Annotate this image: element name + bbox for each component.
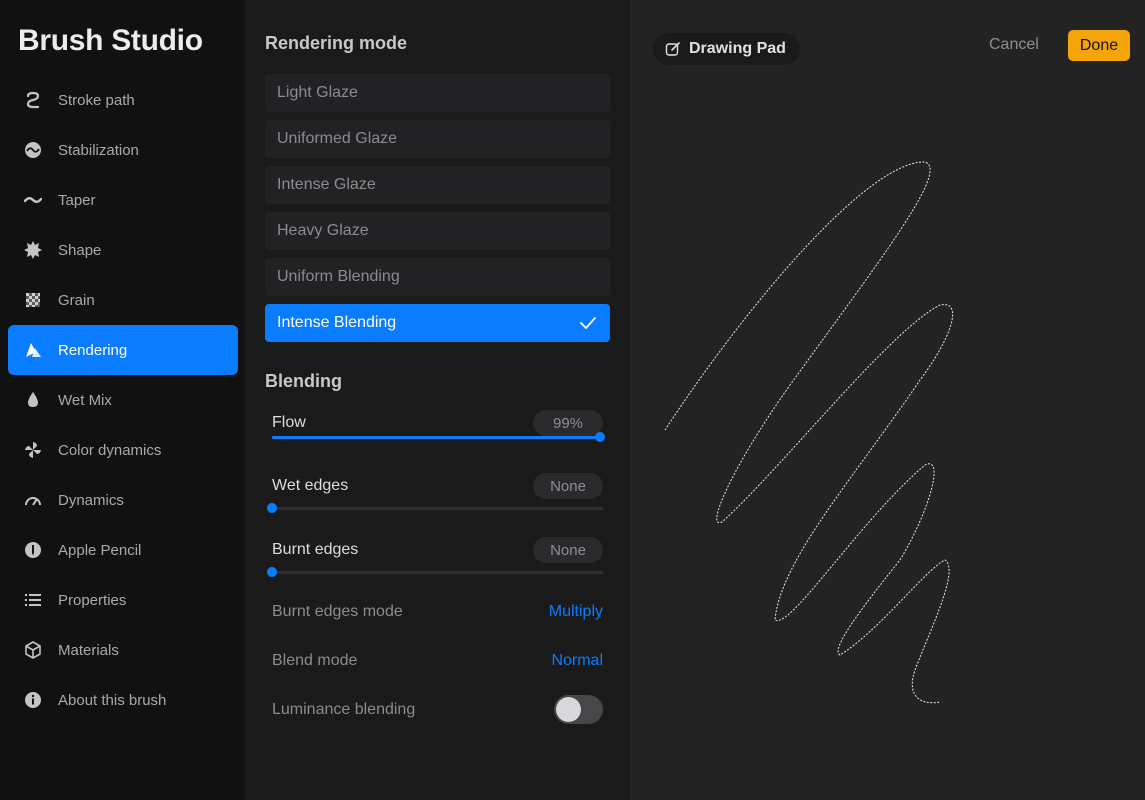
sidebar-item-properties[interactable]: Properties [8, 575, 238, 625]
blending-title: Blending [265, 371, 342, 392]
cancel-button[interactable]: Cancel [989, 36, 1039, 54]
mode-option-light-glaze[interactable]: Light Glaze [265, 74, 610, 112]
mode-option-label: Heavy Glaze [277, 222, 369, 240]
rendering-mode-list: Light Glaze Uniformed Glaze Intense Glaz… [265, 74, 610, 350]
flow-slider-knob[interactable] [595, 432, 605, 442]
blend-mode-label: Blend mode [272, 652, 357, 670]
sidebar: Brush Studio Stroke path Stabilization T… [0, 0, 245, 800]
sidebar-item-materials[interactable]: Materials [8, 625, 238, 675]
burnt-edges-mode-select[interactable]: Multiply [549, 603, 603, 621]
sidebar-item-color-dynamics[interactable]: Color dynamics [8, 425, 238, 475]
blend-mode-row: Blend mode Normal [272, 652, 603, 670]
mode-option-label: Uniformed Glaze [277, 130, 397, 148]
sidebar-item-label: Stroke path [58, 92, 135, 109]
rendering-mode-title: Rendering mode [265, 33, 407, 54]
grain-icon [23, 290, 43, 310]
sidebar-item-about-this-brush[interactable]: About this brush [8, 675, 238, 725]
color-dynamics-icon [23, 440, 43, 460]
drawing-pad-button[interactable]: Drawing Pad [653, 33, 800, 65]
mode-option-label: Light Glaze [277, 84, 358, 102]
sidebar-item-label: Grain [58, 292, 95, 309]
luminance-blending-label: Luminance blending [272, 701, 415, 719]
info-icon [23, 690, 43, 710]
sidebar-item-label: Shape [58, 242, 101, 259]
materials-icon [23, 640, 43, 660]
wet-edges-value[interactable]: None [533, 473, 603, 499]
flow-slider[interactable] [272, 436, 603, 439]
flow-value[interactable]: 99% [533, 410, 603, 436]
done-button[interactable]: Done [1068, 30, 1130, 61]
burnt-edges-mode-row: Burnt edges mode Multiply [272, 603, 603, 621]
sidebar-item-apple-pencil[interactable]: Apple Pencil [8, 525, 238, 575]
sidebar-item-label: Stabilization [58, 142, 139, 159]
wet-edges-label: Wet edges [272, 477, 348, 495]
sidebar-item-stroke-path[interactable]: Stroke path [8, 75, 238, 125]
checkmark-icon [578, 313, 598, 333]
properties-icon [23, 590, 43, 610]
burnt-edges-slider-knob[interactable] [267, 567, 277, 577]
mode-option-intense-blending[interactable]: Intense Blending [265, 304, 610, 342]
taper-icon [23, 190, 43, 210]
sidebar-item-label: Wet Mix [58, 392, 112, 409]
mode-option-uniform-blending[interactable]: Uniform Blending [265, 258, 610, 296]
mode-option-label: Intense Glaze [277, 176, 376, 194]
sidebar-item-label: Taper [58, 192, 96, 209]
rendering-icon [23, 340, 43, 360]
sidebar-item-label: Properties [58, 592, 126, 609]
sidebar-item-label: Apple Pencil [58, 542, 141, 559]
sidebar-item-taper[interactable]: Taper [8, 175, 238, 225]
dynamics-icon [23, 490, 43, 510]
blend-mode-select[interactable]: Normal [551, 652, 603, 670]
sidebar-item-wet-mix[interactable]: Wet Mix [8, 375, 238, 425]
burnt-edges-mode-label: Burnt edges mode [272, 603, 403, 621]
mode-option-uniformed-glaze[interactable]: Uniformed Glaze [265, 120, 610, 158]
mode-option-heavy-glaze[interactable]: Heavy Glaze [265, 212, 610, 250]
app-title: Brush Studio [18, 24, 203, 58]
drawing-pad-stroke [630, 0, 1145, 800]
apple-pencil-icon [23, 540, 43, 560]
luminance-blending-row: Luminance blending [272, 695, 603, 724]
burnt-edges-value[interactable]: None [533, 537, 603, 563]
mode-option-label: Intense Blending [277, 314, 396, 332]
stabilization-icon [23, 140, 43, 160]
sidebar-item-label: Dynamics [58, 492, 124, 509]
mode-option-intense-glaze[interactable]: Intense Glaze [265, 166, 610, 204]
sidebar-item-label: Rendering [58, 342, 127, 359]
flow-slider-fill [272, 436, 600, 439]
mode-option-label: Uniform Blending [277, 268, 400, 286]
sidebar-item-rendering[interactable]: Rendering [8, 325, 238, 375]
wet-edges-slider[interactable] [272, 507, 603, 510]
drawing-pad-title: Drawing Pad [689, 40, 786, 58]
sidebar-item-dynamics[interactable]: Dynamics [8, 475, 238, 525]
stroke-path-icon [23, 90, 43, 110]
wet-edges-slider-knob[interactable] [267, 503, 277, 513]
sidebar-item-stabilization[interactable]: Stabilization [8, 125, 238, 175]
luminance-blending-toggle[interactable] [554, 695, 603, 724]
settings-panel: Rendering mode Light Glaze Uniformed Gla… [245, 0, 630, 800]
shape-icon [23, 240, 43, 260]
sidebar-item-grain[interactable]: Grain [8, 275, 238, 325]
sidebar-item-shape[interactable]: Shape [8, 225, 238, 275]
burnt-edges-slider[interactable] [272, 571, 603, 574]
sidebar-list: Stroke path Stabilization Taper Shape Gr… [8, 75, 238, 725]
drawing-pad[interactable]: Drawing Pad Cancel Done [630, 0, 1145, 800]
edit-icon [665, 41, 681, 57]
sidebar-item-label: Materials [58, 642, 119, 659]
flow-label: Flow [272, 414, 306, 432]
toggle-thumb [556, 697, 581, 722]
wet-mix-icon [23, 390, 43, 410]
sidebar-item-label: Color dynamics [58, 442, 161, 459]
burnt-edges-label: Burnt edges [272, 541, 358, 559]
sidebar-item-label: About this brush [58, 692, 166, 709]
